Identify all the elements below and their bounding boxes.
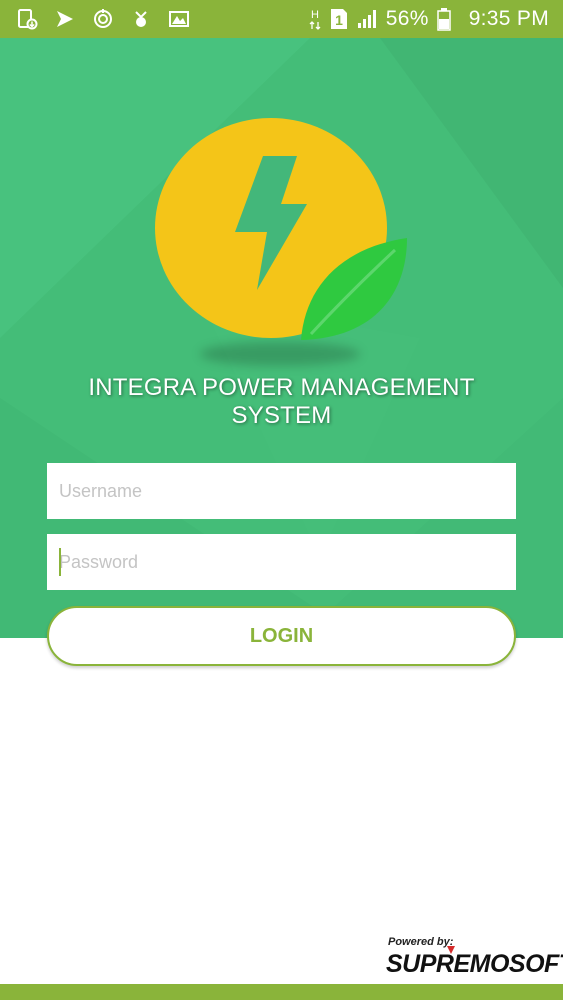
download-icon xyxy=(16,8,38,30)
status-bar-system: H 1 56% 9:35 PM xyxy=(308,7,549,31)
signal-icon xyxy=(356,8,378,30)
app-title-line-2: SYSTEM xyxy=(231,402,332,429)
login-button[interactable]: LOGIN xyxy=(47,606,516,666)
text-cursor xyxy=(59,548,61,576)
svg-text:H: H xyxy=(311,9,319,21)
gallery-icon xyxy=(168,8,190,30)
notification-icon xyxy=(130,8,152,30)
app-title: INTEGRA POWER MANAGEMENT SYSTEM xyxy=(0,374,563,430)
sim-icon: 1 xyxy=(330,8,348,30)
brand-accent-icon xyxy=(447,946,455,954)
status-bar: H 1 56% 9:35 PM xyxy=(0,0,563,38)
clock: 9:35 PM xyxy=(468,7,549,30)
username-input[interactable] xyxy=(47,463,516,519)
brand-logo: SUPREMOSOFT xyxy=(386,950,563,978)
network-h-icon: H xyxy=(308,7,322,31)
battery-percent: 56% xyxy=(385,7,429,30)
password-input[interactable] xyxy=(47,534,516,590)
battery-icon xyxy=(436,7,451,31)
bottom-bar xyxy=(0,984,563,1000)
play-icon xyxy=(54,8,76,30)
status-bar-notifications xyxy=(16,8,190,30)
app-title-line-1: INTEGRA POWER MANAGEMENT xyxy=(88,374,475,401)
sync-icon xyxy=(92,8,114,30)
leaf-icon xyxy=(301,238,407,340)
powered-by-label: Powered by: xyxy=(388,936,454,948)
svg-text:1: 1 xyxy=(335,12,343,28)
